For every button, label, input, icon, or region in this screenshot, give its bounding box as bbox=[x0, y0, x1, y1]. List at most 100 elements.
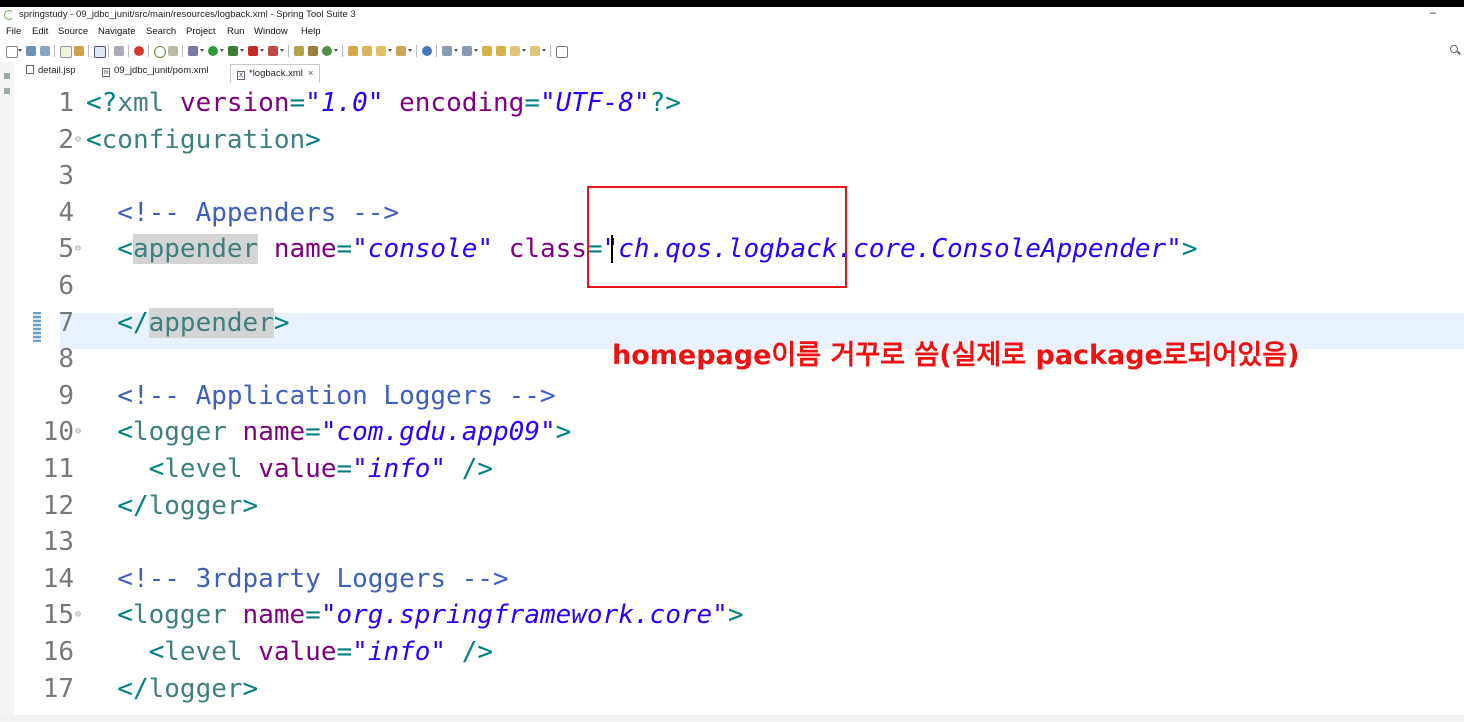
line-number: 15 bbox=[42, 600, 74, 631]
external-tools-icon[interactable] bbox=[228, 46, 238, 56]
line-number: 9 bbox=[58, 380, 74, 411]
run-dropdown-icon[interactable] bbox=[220, 49, 224, 52]
tab-label: detail.jsp bbox=[38, 65, 76, 76]
open-task-dropdown-icon[interactable] bbox=[408, 49, 412, 52]
new-dropdown-icon[interactable] bbox=[18, 49, 22, 52]
new-package-icon[interactable] bbox=[308, 46, 318, 56]
code-token: "com.gdu.app09" bbox=[320, 417, 556, 448]
code-text: <level value="info" /> bbox=[86, 451, 493, 487]
back-history-icon[interactable] bbox=[496, 46, 506, 56]
terminate-icon[interactable] bbox=[248, 46, 258, 56]
open-folder-icon[interactable] bbox=[362, 46, 372, 56]
open-project-icon[interactable] bbox=[348, 46, 358, 56]
new-file-icon[interactable] bbox=[6, 46, 18, 58]
skip-breakpoints-icon[interactable] bbox=[114, 46, 124, 56]
code-token: logger bbox=[132, 600, 227, 631]
screen-top-edge bbox=[0, 0, 1464, 7]
new-class-icon[interactable] bbox=[322, 46, 332, 56]
code-token: configuration bbox=[101, 124, 306, 155]
tab-pom-xml[interactable]: m 09_jdbc_junit/pom.xml bbox=[102, 65, 209, 81]
menu-project[interactable]: Project bbox=[186, 26, 216, 37]
pin-dropdown-icon[interactable] bbox=[388, 49, 392, 52]
previous-annotation-icon[interactable] bbox=[462, 46, 472, 56]
tab-detail-jsp[interactable]: detail.jsp bbox=[26, 65, 76, 81]
close-tab-icon[interactable]: × bbox=[308, 68, 314, 79]
next-annotation-dropdown-icon[interactable] bbox=[454, 49, 458, 52]
open-type-icon[interactable] bbox=[74, 46, 84, 56]
menu-search[interactable]: Search bbox=[146, 26, 176, 37]
toolbar-separator bbox=[108, 45, 109, 57]
back-icon[interactable] bbox=[510, 46, 520, 56]
line-number: 5 bbox=[58, 234, 74, 265]
menu-edit[interactable]: Edit bbox=[32, 26, 48, 37]
code-token: > bbox=[242, 490, 259, 521]
forward-icon[interactable] bbox=[530, 46, 540, 56]
code-token: "info" bbox=[352, 454, 447, 484]
fold-toggle-icon[interactable]: ⊖ bbox=[75, 414, 81, 450]
toolbar-separator bbox=[182, 45, 183, 57]
back-dropdown-icon[interactable] bbox=[522, 49, 526, 52]
spring-relaunch-icon[interactable] bbox=[154, 46, 166, 58]
fold-toggle-icon[interactable]: ⊖ bbox=[75, 597, 81, 633]
forward-dropdown-icon[interactable] bbox=[542, 49, 546, 52]
external-tools-dropdown-icon[interactable] bbox=[240, 49, 244, 52]
line-number: 11 bbox=[42, 454, 74, 484]
code-token: level bbox=[164, 454, 243, 484]
code-token: = bbox=[305, 417, 321, 448]
code-token: value bbox=[258, 454, 337, 484]
debug-icon[interactable] bbox=[188, 46, 198, 56]
code-token: > bbox=[305, 124, 321, 155]
menu-help[interactable]: Help bbox=[301, 26, 321, 37]
new-class-dropdown-icon[interactable] bbox=[334, 49, 338, 52]
minimize-button[interactable]: – bbox=[1430, 7, 1436, 19]
server-icon[interactable] bbox=[268, 46, 278, 56]
open-task-icon[interactable] bbox=[396, 46, 406, 56]
save-all-icon[interactable] bbox=[40, 46, 50, 56]
code-token: < bbox=[86, 454, 165, 484]
xml-editor[interactable]: 1 <?xml version="1.0" encoding="UTF-8"?> 2… bbox=[14, 83, 1464, 722]
menu-source[interactable]: Source bbox=[58, 26, 88, 37]
line-number: 12 bbox=[42, 490, 74, 521]
toolbar-separator bbox=[54, 45, 55, 57]
code-token: < bbox=[86, 124, 102, 155]
tab-logback-xml[interactable]: X *logback.xml × bbox=[230, 64, 321, 83]
outline-icon[interactable] bbox=[4, 88, 10, 94]
spring-boot-stop-icon[interactable] bbox=[134, 46, 144, 56]
menu-run[interactable]: Run bbox=[227, 26, 244, 37]
line-number: 17 bbox=[42, 673, 74, 704]
properties-icon[interactable] bbox=[60, 46, 72, 58]
save-icon[interactable] bbox=[26, 46, 36, 56]
code-token: < bbox=[86, 637, 165, 667]
search-icon[interactable] bbox=[1450, 45, 1458, 53]
line-number: 3 bbox=[58, 161, 74, 192]
line-number: 16 bbox=[42, 637, 74, 667]
code-token: = bbox=[289, 88, 306, 118]
last-edit-location-icon[interactable] bbox=[482, 46, 492, 56]
previous-annotation-dropdown-icon[interactable] bbox=[474, 49, 478, 52]
web-browser-icon[interactable] bbox=[422, 46, 432, 56]
open-perspective-icon[interactable] bbox=[556, 46, 568, 58]
server-dropdown-icon[interactable] bbox=[280, 49, 284, 52]
toolbar-separator bbox=[88, 45, 89, 57]
pin-icon[interactable] bbox=[376, 46, 386, 56]
fold-toggle-icon[interactable]: ⊖ bbox=[75, 122, 81, 158]
code-token: name bbox=[273, 234, 337, 265]
code-token: xml bbox=[117, 88, 180, 118]
code-token: class bbox=[508, 234, 587, 265]
run-icon[interactable] bbox=[208, 46, 218, 56]
fold-toggle-icon[interactable]: ⊖ bbox=[75, 231, 81, 267]
code-token: > bbox=[273, 307, 290, 338]
menu-navigate[interactable]: Navigate bbox=[98, 26, 136, 37]
terminate-dropdown-icon[interactable] bbox=[260, 49, 264, 52]
spring-explorer-icon[interactable] bbox=[168, 46, 178, 56]
menu-window[interactable]: Window bbox=[254, 26, 288, 37]
code-token: name bbox=[242, 417, 306, 448]
menu-file[interactable]: File bbox=[6, 26, 21, 37]
new-java-project-icon[interactable] bbox=[294, 46, 304, 56]
code-token: /> bbox=[446, 637, 494, 667]
console-icon[interactable] bbox=[94, 46, 106, 58]
next-annotation-icon[interactable] bbox=[442, 46, 452, 56]
debug-dropdown-icon[interactable] bbox=[200, 49, 204, 52]
